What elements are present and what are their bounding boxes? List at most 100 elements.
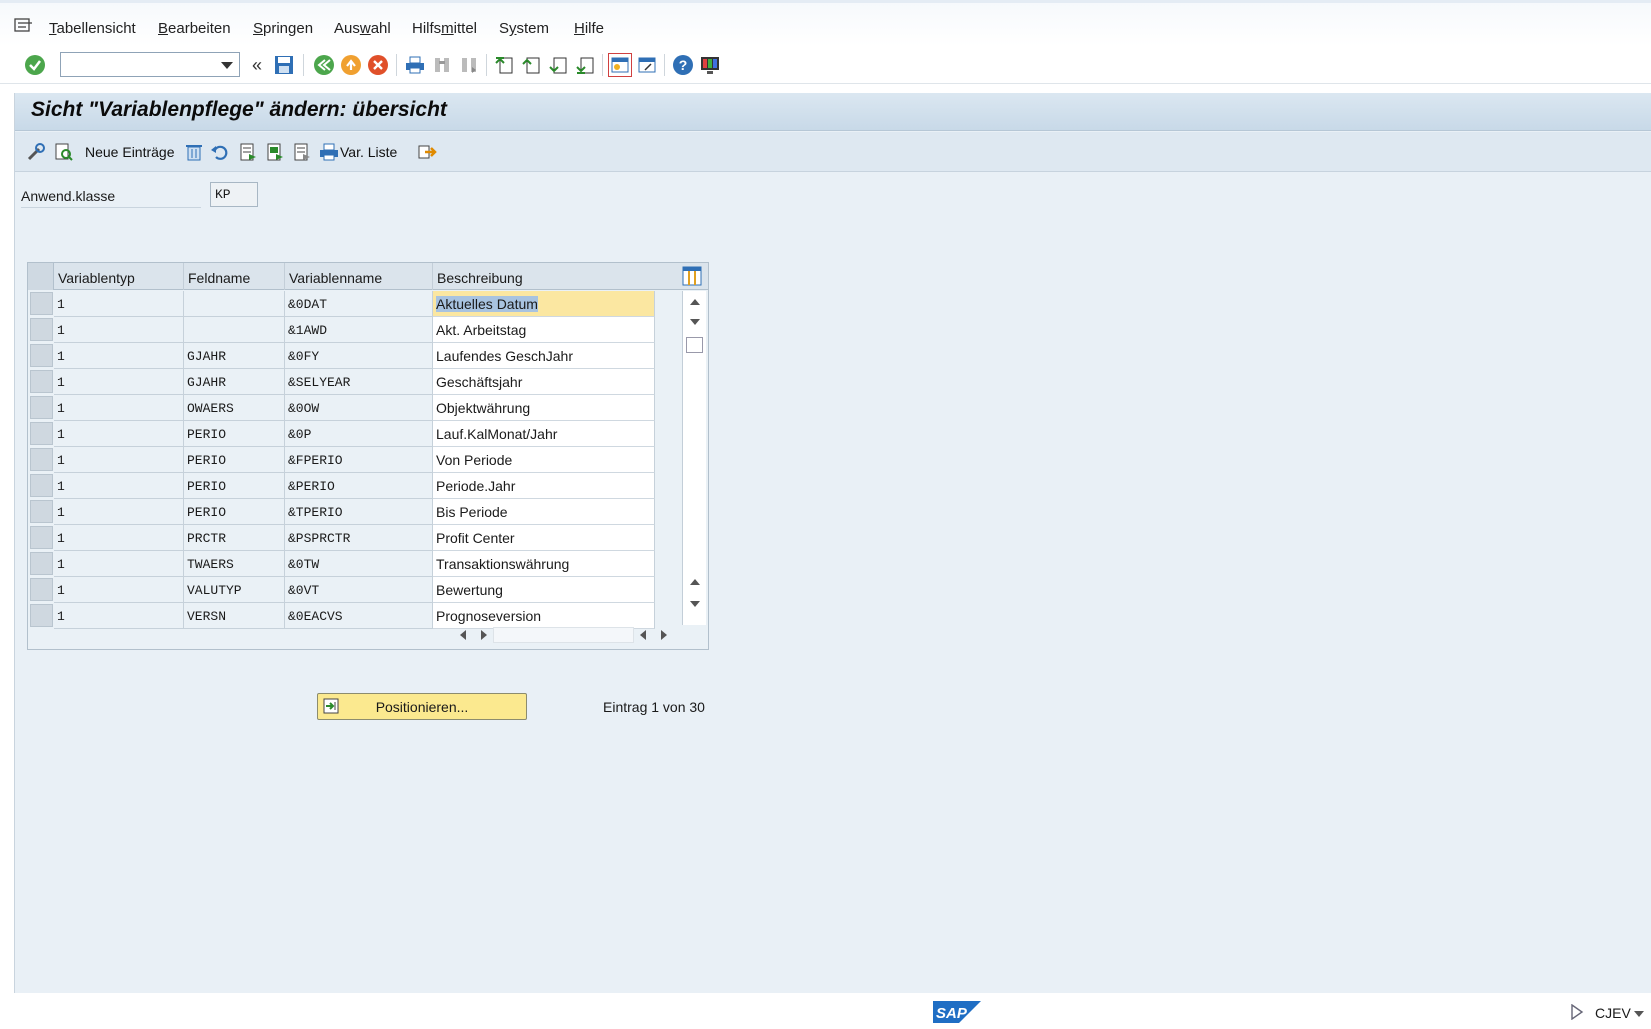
- column-header-variablentyp[interactable]: Variablentyp: [54, 263, 184, 290]
- scroll-down-icon[interactable]: [690, 319, 700, 325]
- scroll-page-down-icon[interactable]: [690, 601, 700, 607]
- table-row[interactable]: 1 &0DAT Aktuelles Datum: [28, 291, 680, 317]
- scroll-column-right-icon[interactable]: [661, 630, 667, 640]
- menu-bearbeiten[interactable]: Bearbeiten: [158, 20, 231, 37]
- menu-icon[interactable]: [14, 17, 34, 33]
- print-list-icon[interactable]: [318, 141, 340, 163]
- cell-beschreibung[interactable]: Periode.Jahr: [433, 473, 655, 499]
- find-next-icon[interactable]: [457, 53, 481, 77]
- select-all-icon[interactable]: [237, 141, 259, 163]
- select-block-icon[interactable]: [264, 141, 286, 163]
- table-settings-icon[interactable]: [682, 266, 702, 286]
- table-row[interactable]: 1 OWAERS &0OW Objektwährung: [28, 395, 680, 421]
- scroll-up-icon[interactable]: [690, 299, 700, 305]
- row-selector[interactable]: [30, 526, 53, 549]
- row-selector[interactable]: [30, 448, 53, 471]
- scroll-page-up-icon[interactable]: [690, 579, 700, 585]
- menu-hilfsmittel[interactable]: Hilfsmittel: [412, 20, 477, 37]
- row-selector[interactable]: [30, 578, 53, 601]
- table-row[interactable]: 1 &1AWD Akt. Arbeitstag: [28, 317, 680, 343]
- horizontal-scrollbar[interactable]: [448, 624, 688, 646]
- exit-icon[interactable]: [339, 53, 363, 77]
- status-expand-icon[interactable]: [1570, 1003, 1584, 1023]
- undo-icon[interactable]: [209, 141, 231, 163]
- row-selector[interactable]: [30, 552, 53, 575]
- row-selector[interactable]: [30, 396, 53, 419]
- row-selector[interactable]: [30, 474, 53, 497]
- table-row[interactable]: 1 PERIO &0P Lauf.KalMonat/Jahr: [28, 421, 680, 447]
- system-name[interactable]: CJEV: [1595, 1005, 1631, 1021]
- toolbar-separator: [303, 54, 304, 76]
- column-header-feldname[interactable]: Feldname: [184, 263, 285, 290]
- anwend-klasse-field[interactable]: KP: [210, 182, 258, 207]
- table-row[interactable]: 1 TWAERS &0TW Transaktionswährung: [28, 551, 680, 577]
- dropdown-arrow-icon[interactable]: [221, 62, 233, 69]
- scroll-left-icon[interactable]: [460, 630, 466, 640]
- column-header-beschreibung[interactable]: Beschreibung: [433, 263, 655, 290]
- table-row[interactable]: 1 PERIO &FPERIO Von Periode: [28, 447, 680, 473]
- row-selector[interactable]: [30, 604, 53, 627]
- scroll-column-left-icon[interactable]: [640, 630, 646, 640]
- menu-hilfe[interactable]: Hilfe: [574, 20, 604, 37]
- command-field[interactable]: [60, 52, 240, 77]
- menu-springen[interactable]: Springen: [253, 20, 313, 37]
- cell-feldname: PERIO: [184, 499, 285, 525]
- deselect-all-icon[interactable]: [291, 141, 313, 163]
- customize-icon[interactable]: [698, 53, 722, 77]
- next-page-icon[interactable]: [546, 53, 570, 77]
- positionieren-button[interactable]: Positionieren...: [317, 693, 527, 720]
- row-selector[interactable]: [30, 292, 53, 315]
- cell-beschreibung[interactable]: Aktuelles Datum: [433, 291, 655, 317]
- collapse-icon[interactable]: «: [245, 53, 269, 77]
- row-selector[interactable]: [30, 318, 53, 341]
- cell-beschreibung[interactable]: Lauf.KalMonat/Jahr: [433, 421, 655, 447]
- menu-auswahl[interactable]: Auswahl: [334, 20, 391, 37]
- display-change-icon[interactable]: [25, 141, 47, 163]
- cell-beschreibung[interactable]: Laufendes GeschJahr: [433, 343, 655, 369]
- hscroll-track[interactable]: [493, 627, 634, 643]
- details-icon[interactable]: [53, 141, 75, 163]
- cell-beschreibung[interactable]: Bis Periode: [433, 499, 655, 525]
- scroll-thumb[interactable]: [686, 337, 703, 353]
- new-session-icon[interactable]: [608, 53, 632, 77]
- transport-icon[interactable]: [416, 141, 438, 163]
- check-icon[interactable]: [23, 53, 47, 77]
- save-icon[interactable]: [272, 53, 296, 77]
- table-row[interactable]: 1 PRCTR &PSPRCTR Profit Center: [28, 525, 680, 551]
- table-row[interactable]: 1 GJAHR &0FY Laufendes GeschJahr: [28, 343, 680, 369]
- cell-beschreibung[interactable]: Von Periode: [433, 447, 655, 473]
- row-selector[interactable]: [30, 500, 53, 523]
- menu-system[interactable]: System: [499, 20, 549, 37]
- last-page-icon[interactable]: [573, 53, 597, 77]
- row-selector[interactable]: [30, 344, 53, 367]
- shortcut-icon[interactable]: [635, 53, 659, 77]
- row-selector[interactable]: [30, 422, 53, 445]
- back-icon[interactable]: [312, 53, 336, 77]
- column-header-variablenname[interactable]: Variablenname: [285, 263, 433, 290]
- system-dropdown-icon[interactable]: [1634, 1011, 1644, 1017]
- find-icon[interactable]: [430, 53, 454, 77]
- help-icon[interactable]: ?: [671, 53, 695, 77]
- new-entries-button[interactable]: Neue Einträge: [85, 144, 175, 160]
- vertical-scrollbar[interactable]: [682, 291, 706, 625]
- row-selector[interactable]: [30, 370, 53, 393]
- cell-beschreibung[interactable]: Bewertung: [433, 577, 655, 603]
- table-row[interactable]: 1 GJAHR &SELYEAR Geschäftsjahr: [28, 369, 680, 395]
- table-row[interactable]: 1 VALUTYP &0VT Bewertung: [28, 577, 680, 603]
- cell-beschreibung[interactable]: Objektwährung: [433, 395, 655, 421]
- cancel-icon[interactable]: [366, 53, 390, 77]
- cell-beschreibung[interactable]: Akt. Arbeitstag: [433, 317, 655, 343]
- var-list-button[interactable]: Var. Liste: [340, 144, 397, 160]
- scroll-right-icon[interactable]: [481, 630, 487, 640]
- cell-beschreibung[interactable]: Profit Center: [433, 525, 655, 551]
- delete-icon[interactable]: [183, 141, 205, 163]
- cell-beschreibung[interactable]: Geschäftsjahr: [433, 369, 655, 395]
- table-row[interactable]: 1 PERIO &PERIO Periode.Jahr: [28, 473, 680, 499]
- select-all-corner[interactable]: [28, 263, 54, 290]
- print-icon[interactable]: [403, 53, 427, 77]
- table-row[interactable]: 1 PERIO &TPERIO Bis Periode: [28, 499, 680, 525]
- prev-page-icon[interactable]: [519, 53, 543, 77]
- menu-tabellensicht[interactable]: Tabellensicht: [49, 20, 136, 37]
- first-page-icon[interactable]: [492, 53, 516, 77]
- cell-beschreibung[interactable]: Transaktionswährung: [433, 551, 655, 577]
